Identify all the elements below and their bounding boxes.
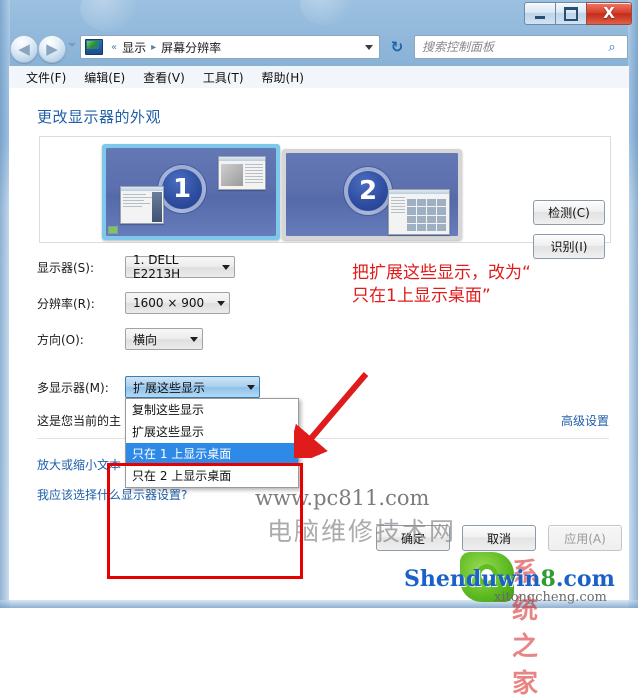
calculator-thumbnail — [388, 189, 450, 235]
identify-button[interactable]: 识别(I) — [533, 234, 605, 259]
close-button[interactable]: X — [586, 2, 632, 25]
display-settings-icon — [85, 39, 103, 55]
explorer-thumbnail — [120, 186, 164, 224]
dropdown-option-extend[interactable]: 扩展这些显示 — [126, 421, 298, 443]
horizontal-divider — [37, 438, 609, 439]
chevron-down-icon — [218, 264, 234, 270]
menu-view[interactable]: 查看(V) — [134, 67, 194, 88]
multiple-displays-dropdown-list[interactable]: 复制这些显示 扩展这些显示 只在 1 上显示桌面 只在 2 上显示桌面 — [125, 398, 299, 488]
refresh-button[interactable]: ↻ — [384, 35, 410, 59]
which-settings-link[interactable]: 我应该选择什么显示器设置? — [37, 486, 187, 503]
menu-help[interactable]: 帮助(H) — [253, 67, 313, 88]
refresh-icon: ↻ — [390, 37, 404, 56]
thumbnail-titlebar — [219, 157, 265, 161]
decorative-balloon — [300, 0, 356, 26]
title-bar: X — [0, 0, 638, 32]
monitor-2-screen: 2 — [286, 153, 458, 236]
dropdown-option-duplicate[interactable]: 复制这些显示 — [126, 399, 298, 421]
maximize-button[interactable] — [555, 2, 587, 25]
window-edge-bottom — [0, 600, 638, 608]
close-icon: X — [603, 4, 615, 22]
taskbar-start-indicator — [108, 226, 118, 234]
decorative-balloon — [80, 0, 142, 32]
watermark-url: www.pc811.com — [255, 486, 430, 510]
annotation-arrow-icon — [294, 372, 369, 458]
window-controls: X — [524, 2, 632, 25]
breadcrumb-separator-icon: ▸ — [151, 41, 157, 53]
minimize-button[interactable] — [524, 2, 556, 25]
menu-bar: 文件(F) 编辑(E) 查看(V) 工具(T) 帮助(H) — [9, 66, 629, 88]
screen-resolution-window: X ◀ ▶ « 显示 ▸ 屏幕分辨率 ↻ ⌕ 文件(F) 编辑(E — [0, 0, 638, 699]
search-input[interactable] — [415, 39, 602, 55]
breadcrumb-current[interactable]: 屏幕分辨率 — [160, 39, 222, 56]
orientation-select-value: 横向 — [133, 332, 158, 347]
navigation-bar: ◀ ▶ « 显示 ▸ 屏幕分辨率 ↻ ⌕ — [6, 30, 632, 66]
monitor-1-number: 1 — [158, 165, 206, 213]
cancel-button[interactable]: 取消 — [462, 525, 536, 551]
maximize-icon — [564, 6, 578, 21]
thumbnail-keypad — [407, 199, 446, 231]
thumbnail-titlebar — [389, 190, 449, 194]
window-edge-right — [628, 0, 638, 608]
detect-button[interactable]: 检测(C) — [533, 200, 605, 225]
minimize-icon — [535, 15, 545, 19]
multiple-displays-row: 多显示器(M): 扩展这些显示 — [37, 375, 260, 399]
chevron-down-icon — [243, 384, 259, 390]
text-size-link[interactable]: 放大或缩小文本 — [37, 456, 121, 473]
page-title: 更改显示器的外观 — [37, 108, 162, 126]
menu-edit[interactable]: 编辑(E) — [75, 67, 134, 88]
monitor-label: 显示器(S): — [37, 260, 95, 275]
apply-button: 应用(A) — [548, 525, 622, 551]
monitor-1-screen: 1 — [106, 148, 276, 236]
monitor-1-thumbnail[interactable]: 1 — [102, 144, 280, 240]
thumbnail-lines — [245, 164, 263, 187]
chevron-down-icon — [186, 336, 202, 342]
dropdown-option-show-only-on-2[interactable]: 只在 2 上显示桌面 — [126, 465, 298, 487]
multiple-displays-select-value: 扩展这些显示 — [133, 380, 206, 395]
multiple-displays-label: 多显示器(M): — [37, 380, 109, 395]
thumbnail-sidebar — [152, 192, 162, 222]
orientation-row: 方向(O): 横向 — [37, 327, 203, 351]
client-area: 更改显示器的外观 1 2 检测(C) 识别(I) 显示器(S): 1. DELL… — [9, 88, 629, 600]
monitor-select[interactable]: 1. DELL E2213H — [125, 253, 235, 281]
search-box[interactable]: ⌕ — [414, 35, 628, 59]
resolution-label: 分辨率(R): — [37, 296, 95, 311]
breadcrumb-chevron-icon: « — [111, 41, 118, 53]
monitor-2-thumbnail[interactable]: 2 — [282, 149, 462, 240]
back-arrow-icon: ◀ — [18, 39, 30, 58]
forward-button[interactable]: ▶ — [38, 35, 66, 63]
address-dropdown-icon[interactable] — [365, 44, 373, 50]
ok-button[interactable]: 确定 — [376, 525, 450, 551]
thumbnail-titlebar — [121, 187, 163, 191]
breadcrumb-root[interactable]: 显示 — [121, 39, 147, 56]
dropdown-option-show-only-on-1[interactable]: 只在 1 上显示桌面 — [126, 443, 298, 465]
thumbnail-lines — [391, 197, 405, 232]
recent-pages-dropdown-icon[interactable] — [68, 43, 76, 47]
resolution-select-value: 1600 × 900 — [133, 296, 205, 310]
monitor-preview-panel: 1 2 检测(C) 识别(I) — [39, 136, 611, 259]
current-main-display-text: 这是您当前的主 — [37, 414, 122, 428]
menu-file[interactable]: 文件(F) — [17, 67, 75, 88]
resolution-select[interactable]: 1600 × 900 — [125, 292, 230, 314]
search-icon: ⌕ — [608, 39, 616, 55]
monitor-select-value: 1. DELL E2213H — [133, 253, 181, 281]
multiple-displays-select[interactable]: 扩展这些显示 — [125, 376, 260, 398]
forward-arrow-icon: ▶ — [46, 39, 58, 58]
advanced-settings-link[interactable]: 高级设置 — [561, 412, 609, 429]
address-bar[interactable]: « 显示 ▸ 屏幕分辨率 — [80, 35, 380, 59]
monitor-row: 显示器(S): 1. DELL E2213H — [37, 253, 235, 281]
orientation-label: 方向(O): — [37, 332, 84, 347]
chevron-down-icon — [213, 300, 229, 306]
monitor-2-number: 2 — [344, 167, 392, 215]
menu-tools[interactable]: 工具(T) — [194, 67, 253, 88]
window-thumbnail — [218, 156, 266, 190]
resolution-row: 分辨率(R): 1600 × 900 — [37, 291, 230, 315]
orientation-select[interactable]: 横向 — [125, 328, 203, 350]
thumbnail-content — [221, 164, 243, 186]
back-button[interactable]: ◀ — [10, 35, 38, 63]
